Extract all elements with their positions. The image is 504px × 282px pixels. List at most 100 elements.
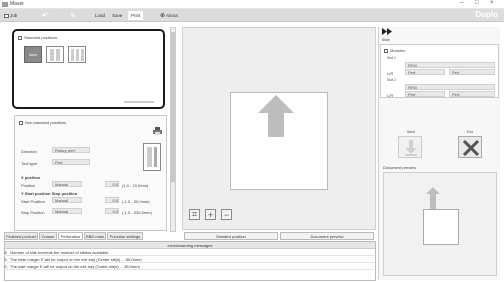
message-text: The slide margin E will be output on the… [10, 257, 142, 262]
save-label: Save [407, 130, 415, 134]
fit-view-icon[interactable]: ⌗ [189, 209, 200, 220]
maximize-button[interactable]: □ [475, 0, 479, 6]
save-button[interactable]: Save [112, 11, 122, 20]
nonstandard-title: Non-standard positions [25, 120, 67, 125]
zoom-in-icon[interactable]: + [205, 209, 216, 220]
tab-crease[interactable]: Crease [39, 232, 57, 240]
error-icon: ⊘ [4, 250, 8, 255]
standard-positions-header: Standard positions [18, 35, 57, 40]
tab-function-settings[interactable]: Function settings [107, 232, 143, 240]
window-title: Maxer [10, 1, 24, 7]
edit-icon: ✎ [70, 12, 76, 20]
left-panel-scrollbar[interactable] [170, 27, 176, 232]
job-icon [4, 13, 9, 18]
position-option-a[interactable] [46, 46, 64, 63]
save-module-button[interactable] [398, 136, 422, 158]
position-option-b[interactable] [68, 46, 86, 63]
message-text: The side margin E will be output on the … [10, 264, 140, 269]
panel-scrollbar[interactable] [124, 101, 154, 103]
tab-finished-product[interactable]: Finished product [4, 232, 38, 240]
about-label: About [166, 13, 178, 18]
load-button[interactable]: Load [95, 11, 105, 20]
edit-button[interactable]: ✎ [70, 11, 76, 20]
messages-title: errors/warning messages [5, 242, 375, 249]
start-range: (-1.0 - 30.0mm) [122, 199, 150, 204]
slot1-left-select[interactable]: Perf. [405, 69, 445, 75]
start-mode-select[interactable]: Manual [52, 197, 82, 203]
brand-logo: Duplo [475, 10, 498, 19]
about-button[interactable]: ⊕ About [160, 11, 178, 20]
y-start-label: Y Start position Stop position [21, 191, 78, 196]
toolbar: Job ↶ ✎ Load Save Print ⊕ About Duplo [0, 9, 504, 22]
position-mode-select[interactable]: Manual [52, 181, 82, 187]
exit-button[interactable] [458, 136, 482, 158]
slide-label: Slide [382, 38, 390, 42]
slot1-lr-label: L/R [387, 71, 394, 76]
position-value-input[interactable]: 0.0 [105, 181, 119, 187]
double-arrow-icon [382, 28, 392, 35]
message-row: ⚠ The slide margin E will be output on t… [4, 256, 374, 263]
message-row: ⚠ The side margin E will be output on th… [4, 263, 374, 270]
warning-icon: ⚠ [4, 257, 8, 262]
message-row: ⊘ Number of slits exceeds the number of … [4, 249, 374, 256]
slot2-lr-label: L/R [387, 93, 394, 98]
position-label: Position [21, 183, 36, 188]
start-value-input[interactable]: 0.0 [105, 197, 119, 203]
direction-select[interactable]: Rotary perf. [52, 147, 90, 153]
app-logo-icon [2, 2, 8, 7]
start-position-label: Start Position [21, 199, 45, 204]
direction-label: Direction [21, 149, 37, 154]
undo-icon: ↶ [42, 11, 49, 20]
job-button[interactable]: Job [4, 11, 17, 20]
print-button[interactable]: Print [128, 11, 144, 20]
slot2-type-select[interactable]: RFM [405, 84, 495, 90]
standard-positions-panel: Standard positions None [12, 29, 165, 109]
document-preview [230, 92, 328, 190]
position-range: (1.0 - 15.0mm) [122, 183, 149, 188]
undo-button[interactable]: ↶ [42, 11, 49, 20]
slot1-type-select[interactable]: RFM [405, 62, 495, 68]
nonstandard-header: Non-standard positions [19, 120, 66, 125]
warning-icon: ⚠ [4, 264, 8, 269]
job-label: Job [10, 13, 18, 18]
save-label: Save [112, 13, 123, 18]
mini-arrow-icon [426, 187, 440, 209]
standard-positions-checkbox[interactable] [18, 35, 22, 40]
slot2-label: Slot 2 [387, 78, 396, 82]
stop-range: (-1.0 - 330.0mm) [122, 210, 152, 215]
modules-header: Modules [384, 48, 405, 53]
load-label: Load [95, 13, 106, 18]
close-x-icon [463, 140, 479, 156]
mini-document [423, 209, 459, 245]
minimize-button[interactable]: – [460, 0, 463, 6]
modules-checkbox[interactable] [384, 48, 388, 53]
modules-panel: Modules Slot 1 RFM L/R Perf. Perf. Slot … [380, 44, 499, 98]
detailed-position-button[interactable]: Detailed position [184, 232, 278, 240]
nonstandard-checkbox[interactable] [19, 120, 23, 125]
feed-direction-arrow-icon [258, 95, 294, 137]
tool-type-label: Tool type [21, 161, 38, 166]
slot1-label: Slot 1 [387, 56, 396, 60]
slot2-left-select[interactable]: Perf. [405, 91, 445, 97]
document-preview-button[interactable]: Document preview [280, 232, 374, 240]
about-icon: ⊕ [160, 13, 166, 19]
nonstandard-positions-panel: Non-standard positions Direction Rotary … [14, 115, 167, 231]
slot1-right-select[interactable]: Perf. [449, 69, 495, 75]
stop-value-input[interactable]: 0.0 [105, 208, 119, 214]
position-option-none[interactable]: None [24, 46, 42, 63]
tab-rbd-mark[interactable]: RBD mark [84, 232, 106, 240]
doc-preview-label: Document preview [383, 165, 417, 170]
stop-mode-select[interactable]: Manual [52, 208, 82, 214]
x-position-label: X position [21, 175, 41, 180]
perforation-preview [143, 143, 161, 171]
slide-button[interactable] [382, 28, 392, 37]
tab-perforation[interactable]: Perforation [58, 232, 83, 240]
standard-positions-title: Standard positions [24, 35, 58, 40]
close-button[interactable]: × [490, 0, 494, 6]
printer-icon[interactable] [153, 127, 162, 135]
download-icon [405, 140, 417, 156]
tool-type-select[interactable]: Perf. [52, 159, 90, 165]
slot2-right-select[interactable]: Perf. [449, 91, 495, 97]
center-preview [182, 27, 376, 230]
zoom-out-icon[interactable]: − [221, 209, 232, 220]
